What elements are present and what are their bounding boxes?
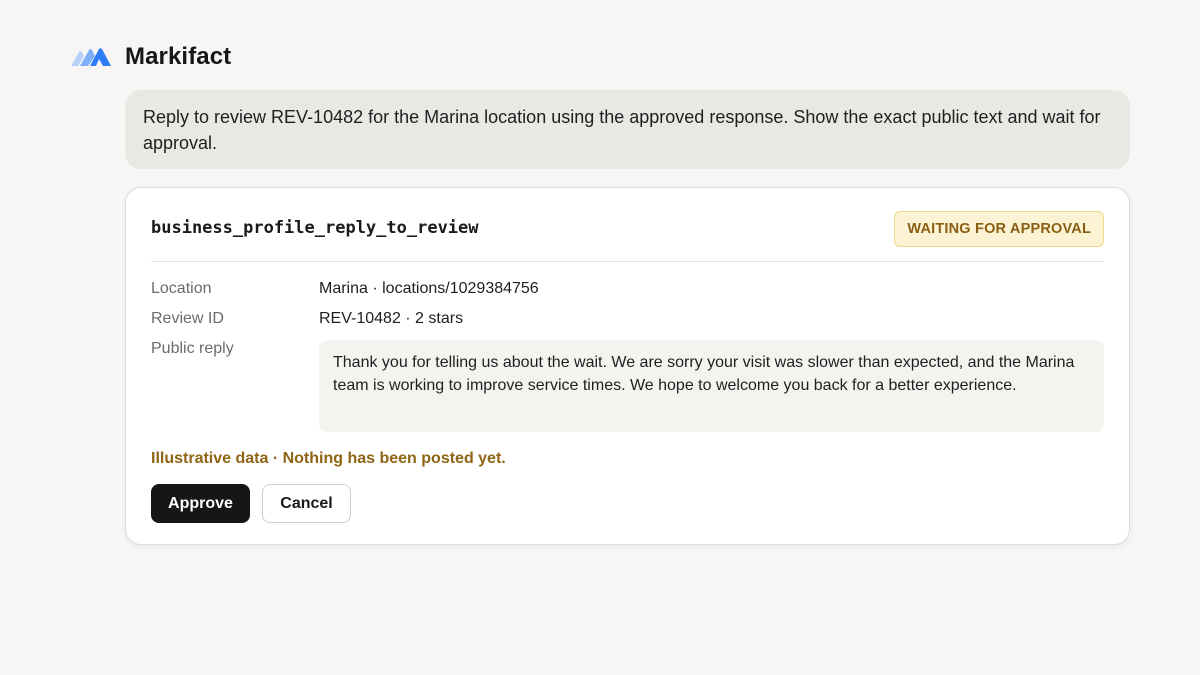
- app-name: Markifact: [125, 43, 232, 70]
- public-reply-label: Public reply: [151, 340, 234, 357]
- app-root: Markifact Reply to review REV-10482 for …: [0, 0, 1200, 675]
- cancel-button[interactable]: Cancel: [262, 484, 351, 523]
- approve-button[interactable]: Approve: [151, 484, 250, 523]
- tool-approval-card: business_profile_reply_to_review WAITING…: [125, 187, 1130, 545]
- location-value: Marina · locations/1029384756: [319, 280, 539, 297]
- status-badge: WAITING FOR APPROVAL: [894, 211, 1104, 247]
- review-id-value: REV-10482 · 2 stars: [319, 310, 464, 327]
- location-label: Location: [151, 280, 212, 297]
- review-id-label: Review ID: [151, 310, 224, 327]
- illustrative-notice: Illustrative data · Nothing has been pos…: [151, 450, 506, 467]
- card-divider: [151, 261, 1104, 262]
- user-message-text: Reply to review REV-10482 for the Marina…: [143, 107, 1101, 153]
- user-message-bubble: Reply to review REV-10482 for the Marina…: [125, 90, 1130, 169]
- tool-name: business_profile_reply_to_review: [151, 218, 479, 238]
- markifact-logo-icon: [71, 48, 111, 66]
- brand-header: Markifact: [70, 40, 231, 74]
- public-reply-text: Thank you for telling us about the wait.…: [319, 340, 1104, 432]
